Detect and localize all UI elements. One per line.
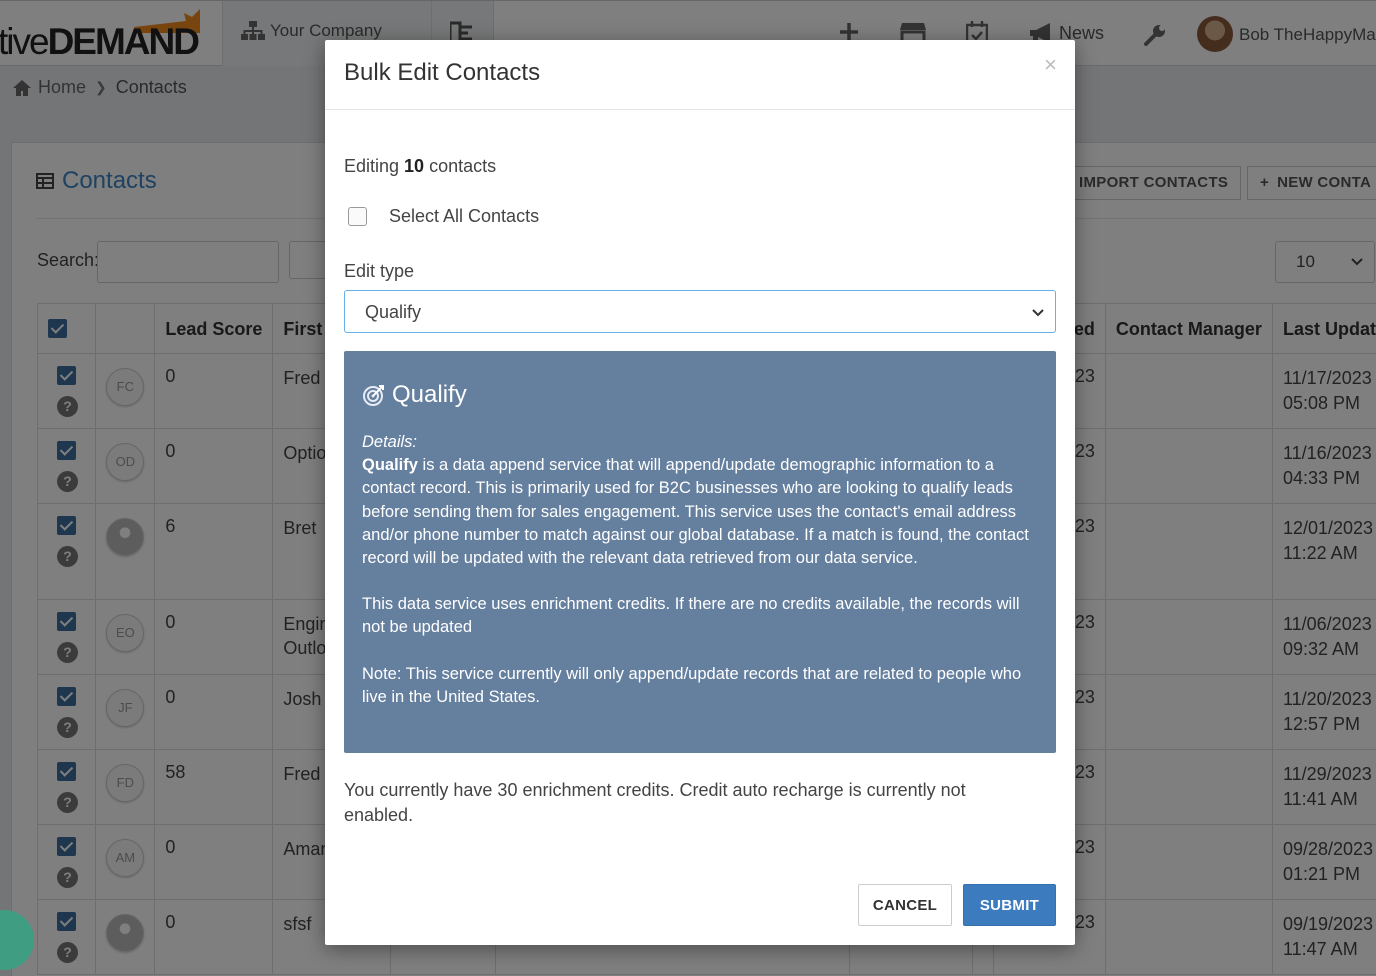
chevron-down-icon — [1032, 309, 1044, 317]
edit-type-select[interactable]: Qualify — [344, 290, 1056, 333]
bulk-edit-modal: Bulk Edit Contacts × Editing 10 contacts… — [325, 40, 1075, 945]
modal-header: Bulk Edit Contacts × — [325, 40, 1075, 110]
select-all-checkbox[interactable] — [348, 207, 367, 226]
modal-title: Bulk Edit Contacts — [344, 59, 541, 86]
qualify-info-box: Qualify Details: Qualify is a data appen… — [344, 351, 1056, 753]
editing-summary: Editing 10 contacts — [344, 156, 496, 177]
info-description: Qualify is a data append service that wi… — [362, 454, 1032, 570]
editing-count: 10 — [404, 156, 425, 176]
target-icon — [363, 385, 384, 406]
info-us-note: Note: This service currently will only a… — [362, 664, 1022, 706]
select-all-label: Select All Contacts — [389, 206, 540, 226]
submit-button[interactable]: SUBMIT — [963, 884, 1056, 926]
close-icon[interactable]: × — [1044, 52, 1057, 78]
editing-suffix: contacts — [424, 156, 497, 176]
cancel-button[interactable]: CANCEL — [858, 884, 952, 926]
edit-type-value: Qualify — [365, 302, 422, 322]
editing-prefix: Editing — [344, 156, 405, 176]
info-credits-note: This data service uses enrichment credit… — [362, 595, 1020, 637]
select-all-contacts[interactable]: Select All Contacts — [348, 206, 539, 227]
info-lead-word: Qualify — [362, 456, 418, 475]
info-body: Details: Qualify is a data append servic… — [362, 431, 1032, 732]
credits-status: You currently have 30 enrichment credits… — [344, 780, 966, 825]
details-label: Details: — [362, 433, 418, 451]
info-description-text: is a data append service that will appen… — [362, 456, 1029, 568]
info-title-text: Qualify — [392, 381, 467, 408]
edit-type-label: Edit type — [344, 261, 415, 281]
info-title: Qualify — [362, 381, 467, 409]
